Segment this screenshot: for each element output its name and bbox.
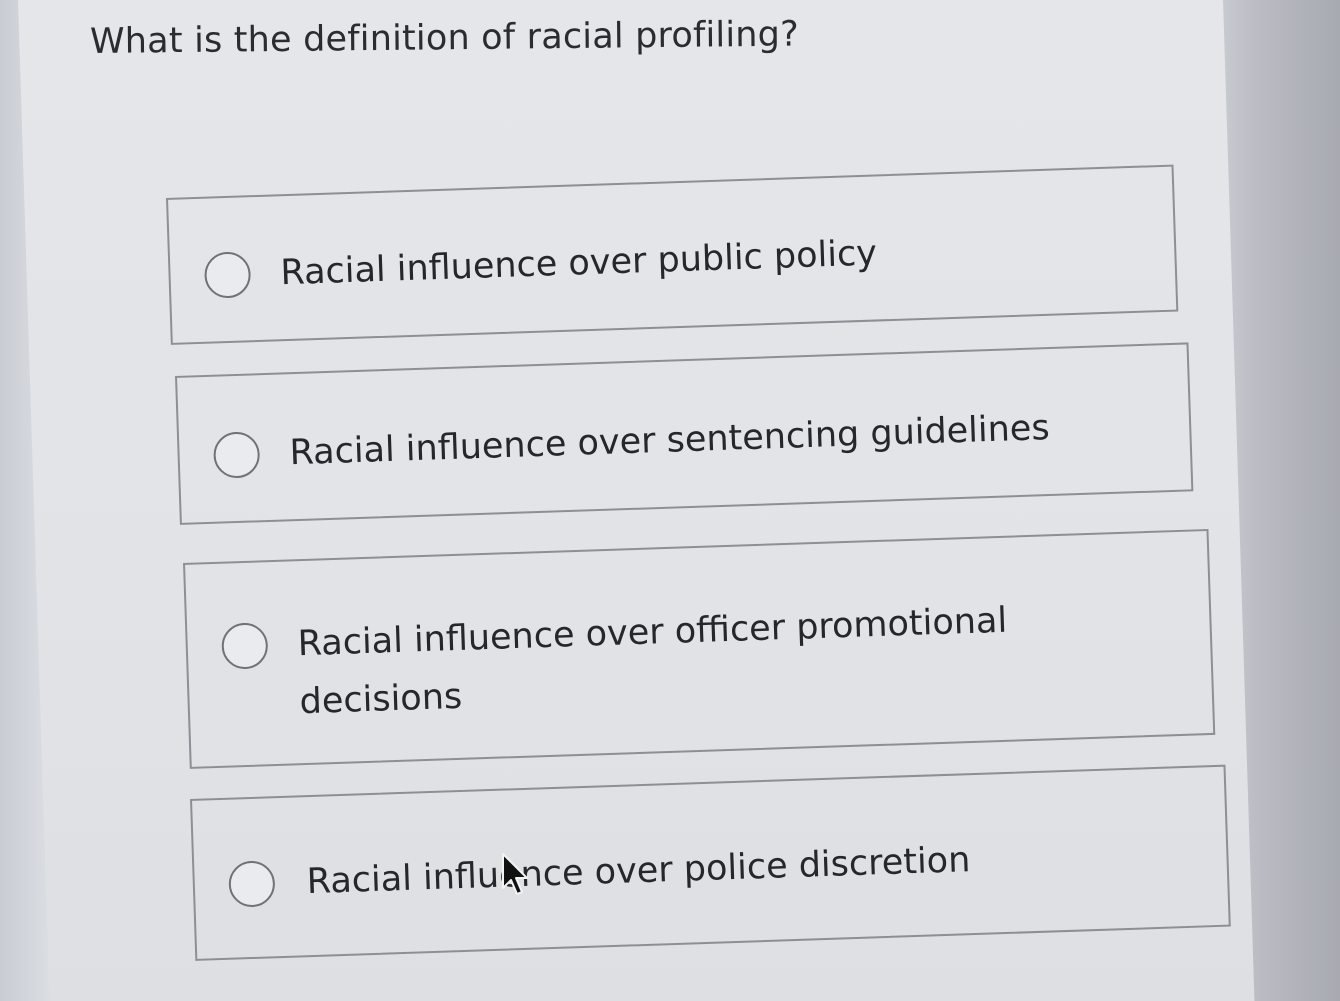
mouse-pointer-icon [502,853,528,895]
answer-option-label: Racial influence over sentencing guideli… [288,408,1051,474]
answer-option-label: Racial influence over officer promotiona… [297,600,1008,723]
question-text: What is the definition of racial profili… [89,14,800,62]
radio-circle-icon[interactable] [212,431,261,479]
answer-option-4[interactable]: Racial influence over police discretion [190,764,1231,961]
answer-option-label: Racial influence over public policy [279,233,878,294]
radio-circle-icon[interactable] [221,622,269,670]
radio-circle-icon[interactable] [203,251,252,299]
radio-circle-icon[interactable] [228,860,276,908]
answer-option-label: Racial influence over police discretion [306,840,971,903]
answer-option-3[interactable]: Racial influence over officer promotiona… [183,528,1216,769]
